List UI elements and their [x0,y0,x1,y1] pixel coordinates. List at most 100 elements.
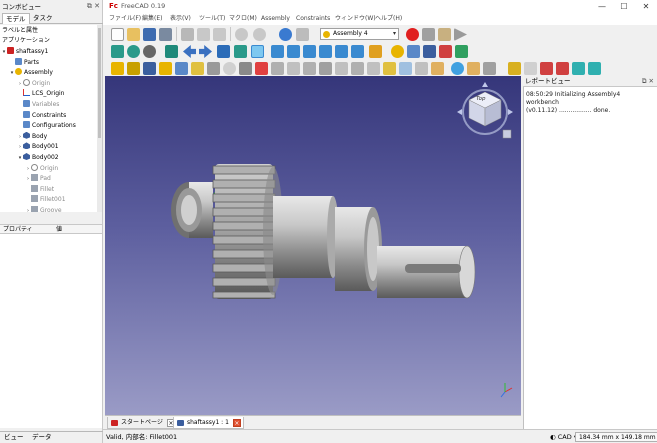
menu-window[interactable]: ウィンドウ(W) [335,13,376,25]
expand-toggle-icon[interactable]: ▾ [9,68,15,78]
navigation-style-selector[interactable]: ◐ CAD ▾ [550,430,577,443]
tree-item[interactable]: Variables [17,100,59,110]
tree-item[interactable]: Fillet001 [25,195,66,205]
expand-toggle-icon[interactable]: › [17,132,23,142]
tree-item[interactable]: › Body001 [17,142,59,152]
asm-new-sketch-icon[interactable] [127,62,140,75]
asm-import-datum-icon[interactable] [207,62,220,75]
asm-info-icon[interactable] [483,62,496,75]
expand-toggle-icon[interactable]: › [25,164,31,174]
asm-array-icon[interactable] [367,62,380,75]
new-model-icon[interactable] [391,45,404,58]
close-icon[interactable]: × [232,419,241,427]
asm-insert-part-icon[interactable] [191,62,204,75]
bounding-box-icon[interactable] [165,45,178,58]
new-file-icon[interactable] [111,28,124,41]
minimize-button[interactable]: — [591,0,613,13]
fit-selection-icon[interactable] [127,45,140,58]
scrollbar-thumb[interactable] [98,28,101,138]
menu-constraints[interactable]: Constraints [296,13,330,25]
asm-datum-cs-icon[interactable] [319,62,332,75]
expand-toggle-icon[interactable]: › [17,142,23,152]
close-button[interactable]: ✕ [635,0,657,13]
dock-float-icon[interactable]: ⧉ ✕ [87,2,100,11]
workbench-selector[interactable]: Assembly 4 ▾ [320,28,399,40]
part-box-red-icon[interactable] [540,62,553,75]
3d-viewport[interactable]: Top [105,76,521,415]
view-back-icon[interactable] [183,45,196,58]
draw-style-icon[interactable] [143,45,156,58]
insert-link-icon[interactable] [455,45,468,58]
tree-item[interactable]: › Origin [17,78,50,89]
refresh-icon[interactable] [279,28,292,41]
dock-float-icon[interactable]: ⧉ ✕ [642,76,654,87]
asm-shape-binder-icon[interactable] [351,62,364,75]
macro-record-icon[interactable] [406,28,419,41]
tree-item[interactable]: › Origin [25,163,58,174]
asm-place-icon[interactable] [255,62,268,75]
menu-macro[interactable]: マクロ(M) [229,13,257,25]
undo-icon[interactable] [235,28,248,41]
asm-new-model-icon[interactable] [111,62,124,75]
macro-edit-icon[interactable] [438,28,451,41]
tree-item[interactable]: ▾ shaftassy1 [1,47,48,57]
measure-icon[interactable] [369,45,382,58]
menu-assembly[interactable]: Assembly [261,13,290,25]
tree-item[interactable]: Fillet [25,184,54,195]
view-front-icon[interactable] [271,45,284,58]
open-file-icon[interactable] [127,28,140,41]
cut-icon[interactable] [181,28,194,41]
zoom-icon[interactable] [251,45,264,58]
menu-tools[interactable]: ツール(T) [199,13,225,25]
tab-model[interactable]: モデル [2,13,30,24]
asm-new-body-icon[interactable] [143,62,156,75]
navigation-cube-graphic[interactable] [457,82,517,146]
menu-file[interactable]: ファイル(F) [109,13,141,25]
tree-item[interactable]: › Body [17,131,47,142]
asm-plane-icon[interactable] [303,62,316,75]
expand-toggle-icon[interactable]: ▾ [17,153,23,163]
tree-item[interactable]: ▾ Assembly [9,68,53,78]
asm-new-group-icon[interactable] [175,62,188,75]
part-box-teal2-icon[interactable] [588,62,601,75]
view-top-icon[interactable] [287,45,300,58]
new-body-icon[interactable] [423,45,436,58]
view-bottom-icon[interactable] [335,45,348,58]
whats-this-icon[interactable] [296,28,309,41]
asm-light-icon[interactable] [223,62,236,75]
tab-view[interactable]: ビュー [4,432,24,443]
view-rear-icon[interactable] [319,45,332,58]
view-forward-icon[interactable] [199,45,212,58]
menu-edit[interactable]: 編集(E) [142,13,162,25]
new-group-icon[interactable] [407,45,420,58]
tree-item[interactable]: LCS_Origin [17,89,64,99]
tab-task[interactable]: タスク [30,13,56,24]
std-views-icon[interactable] [217,45,230,58]
asm-variables-icon[interactable] [399,62,412,75]
asm-new-part-icon[interactable] [159,62,172,75]
macro-run-icon[interactable] [454,28,467,41]
part-box-teal-icon[interactable] [572,62,585,75]
asm-bom-icon[interactable] [431,62,444,75]
part-box-red2-icon[interactable] [556,62,569,75]
maximize-button[interactable]: ☐ [613,0,635,13]
paste-icon[interactable] [213,28,226,41]
tab-shaftassy1[interactable]: shaftassy1 : 1 × [173,417,244,429]
new-part-icon[interactable] [439,45,452,58]
tree-scrollbar[interactable] [97,25,102,212]
save-file-icon[interactable] [143,28,156,41]
navigation-cube[interactable]: Top [457,82,517,146]
tree-item[interactable]: › Groove [25,206,62,212]
print-icon[interactable] [159,28,172,41]
menu-help[interactable]: ヘルプ(H) [375,13,402,25]
tab-data[interactable]: データ [32,432,52,443]
expand-toggle-icon[interactable]: › [17,79,23,89]
asm-axis-icon[interactable] [287,62,300,75]
tree-item[interactable]: › Pad [25,174,51,184]
asm-fasteners-icon[interactable] [383,62,396,75]
part-cube-icon[interactable] [524,62,537,75]
asm-datum-point-icon[interactable] [271,62,284,75]
asm-animation-icon[interactable] [415,62,428,75]
menu-view[interactable]: 表示(V) [170,13,191,25]
isometric-view-icon[interactable] [234,45,247,58]
